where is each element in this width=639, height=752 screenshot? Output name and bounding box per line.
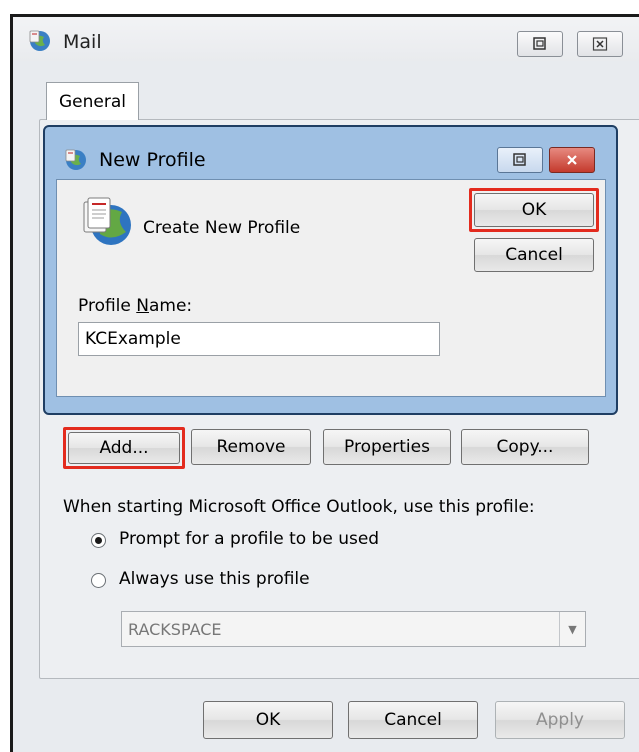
mail-titlebar[interactable]: Mail — [13, 17, 639, 61]
new-profile-client-area: Create New Profile OK Cancel Profile Nam… — [56, 179, 606, 397]
always-use-profile-label[interactable]: Always use this profile — [119, 569, 310, 589]
profile-globe-icon — [83, 197, 131, 245]
footer-cancel-button[interactable]: Cancel — [348, 701, 478, 739]
new-profile-dialog: New Profile Create New Profile OK Cancel… — [43, 125, 618, 415]
profile-name-label-suffix: ame: — [148, 296, 193, 316]
restore-icon — [533, 37, 546, 50]
always-use-profile-radio[interactable] — [91, 573, 106, 588]
footer-apply-button[interactable]: Apply — [495, 701, 625, 739]
profile-select[interactable]: RACKSPACE ▼ — [121, 611, 586, 647]
new-profile-app-icon — [65, 149, 86, 170]
add-profile-button[interactable]: Add... — [68, 432, 180, 464]
prompt-profile-radio[interactable] — [91, 533, 106, 548]
new-profile-ok-button[interactable]: OK — [474, 193, 594, 227]
create-new-profile-heading: Create New Profile — [143, 218, 301, 238]
prompt-profile-label[interactable]: Prompt for a profile to be used — [119, 529, 379, 549]
chevron-down-icon[interactable]: ▼ — [559, 612, 585, 646]
mail-restore-button[interactable] — [517, 31, 563, 57]
close-icon — [592, 37, 608, 51]
mail-window-title: Mail — [63, 31, 102, 53]
tab-general[interactable]: General — [46, 82, 139, 120]
profile-name-label-prefix: Profile — [78, 296, 137, 316]
startup-instruction: When starting Microsoft Office Outlook, … — [63, 497, 535, 517]
mail-close-button[interactable] — [577, 31, 623, 57]
new-profile-cancel-button[interactable]: Cancel — [474, 238, 594, 272]
remove-profile-button[interactable]: Remove — [191, 429, 311, 465]
new-profile-restore-button[interactable] — [497, 147, 543, 173]
mail-app-icon — [29, 30, 50, 51]
restore-icon — [513, 153, 526, 166]
new-profile-title: New Profile — [99, 149, 206, 171]
profile-select-value: RACKSPACE — [128, 619, 222, 639]
mail-window: Mail General New Profile Create New Prof… — [10, 14, 639, 752]
properties-button[interactable]: Properties — [323, 429, 451, 465]
copy-profile-button[interactable]: Copy... — [461, 429, 589, 465]
close-icon — [567, 155, 577, 165]
new-profile-close-button[interactable] — [549, 147, 595, 173]
profile-name-label-accelerator: N — [136, 296, 149, 316]
footer-ok-button[interactable]: OK — [203, 701, 333, 739]
profile-name-input[interactable] — [78, 322, 440, 356]
profile-name-label: Profile Name: — [78, 296, 192, 316]
